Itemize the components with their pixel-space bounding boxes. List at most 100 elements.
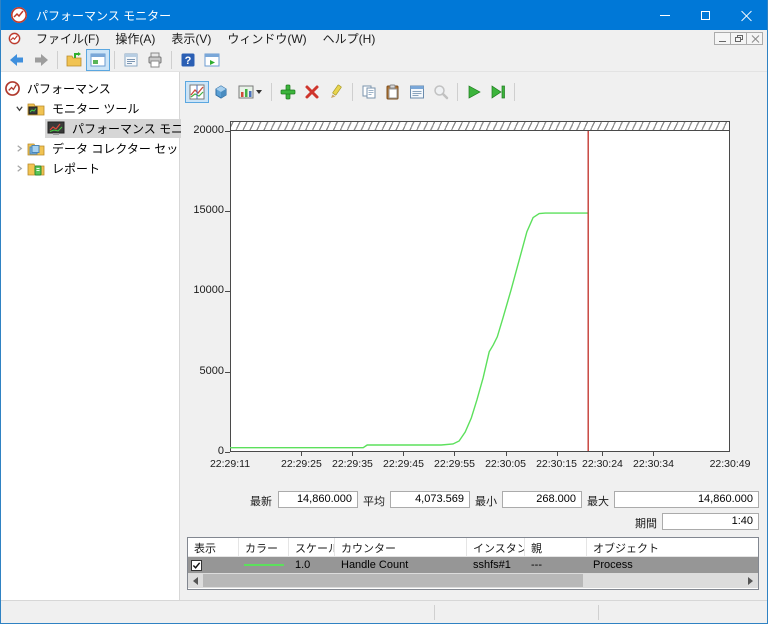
console-tree-panel: パフォーマンス モニター ツール パフォーマンス モニター データ コレクター … — [1, 72, 211, 600]
menu-action[interactable]: 操作(A) — [107, 29, 163, 48]
counter-row[interactable]: 1.0 Handle Count sshfs#1 --- Process — [188, 557, 758, 573]
toolbar-separator — [352, 83, 353, 101]
x-axis-label: 22:29:35 — [332, 458, 373, 470]
menu-view[interactable]: 表示(V) — [163, 29, 219, 48]
column-header-color[interactable]: カラー — [239, 538, 289, 556]
menu-window[interactable]: ウィンドウ(W) — [219, 29, 314, 48]
x-axis-label: 22:30:49 — [709, 458, 751, 470]
column-header-counter[interactable]: カウンター — [335, 538, 467, 556]
column-header-parent[interactable]: 親 — [525, 538, 587, 556]
view-current-activity-button[interactable] — [185, 81, 209, 103]
x-axis-tick — [653, 452, 655, 456]
paste-counter-list-button[interactable] — [381, 81, 405, 103]
copy-properties-icon — [362, 85, 376, 99]
average-value: 4,073.569 — [390, 491, 470, 508]
toolbar-separator — [57, 50, 58, 69]
latest-label: 最新 — [250, 496, 272, 508]
color-cell — [239, 564, 289, 566]
help-button[interactable]: ? — [176, 49, 200, 71]
scale-cell: 1.0 — [295, 559, 311, 571]
x-axis-label: 22:29:55 — [434, 458, 475, 470]
latest-value: 14,860.000 — [278, 491, 358, 508]
close-icon — [741, 10, 752, 21]
counter-legend-table: 表示 カラー スケール カウンター インスタンス 親 オブジェクト 1.0 Ha… — [187, 537, 759, 590]
print-icon — [148, 52, 162, 67]
help-icon: ? — [181, 53, 195, 67]
x-axis-label: 22:30:05 — [485, 458, 526, 470]
minimize-button[interactable] — [644, 0, 685, 30]
view-log-data-button[interactable] — [209, 81, 233, 103]
mdi-close-button[interactable] — [746, 32, 763, 45]
toolbar-separator — [171, 50, 172, 69]
print-button[interactable] — [143, 49, 167, 71]
mdi-restore-button[interactable] — [730, 32, 747, 45]
forward-button[interactable] — [29, 49, 53, 71]
toolbar-separator — [271, 83, 272, 101]
show-hide-console-tree-button[interactable] — [62, 49, 86, 71]
duration-value: 1:40 — [662, 513, 759, 530]
chevron-right-icon[interactable] — [11, 164, 27, 173]
maximize-button[interactable] — [685, 0, 726, 30]
menu-file[interactable]: ファイル(F) — [28, 29, 107, 48]
tree-item-reports[interactable]: レポート — [1, 158, 180, 178]
column-header-show[interactable]: 表示 — [188, 538, 239, 556]
tree-item-performance-monitor[interactable]: パフォーマンス モニター — [1, 118, 211, 138]
show-checkbox[interactable] — [191, 559, 202, 571]
chevron-down-icon[interactable] — [11, 104, 27, 113]
minimum-label: 最小 — [475, 496, 497, 508]
delete-counter-button[interactable] — [300, 81, 324, 103]
console-window-button[interactable] — [86, 48, 110, 71]
graph-toolbar — [185, 79, 519, 105]
properties-dialog-button[interactable] — [405, 81, 429, 103]
y-axis-tick — [225, 452, 230, 453]
view-current-activity-icon — [189, 84, 205, 100]
object-cell: Process — [593, 559, 633, 571]
back-button[interactable] — [5, 49, 29, 71]
change-graph-type-button[interactable] — [233, 81, 267, 103]
copy-properties-button[interactable] — [357, 81, 381, 103]
highlight-button[interactable] — [324, 81, 348, 103]
freeze-display-button[interactable] — [462, 81, 486, 103]
mdi-minimize-button[interactable] — [714, 32, 731, 45]
y-axis-label: 10000 — [193, 284, 224, 297]
tree-item-label: レポート — [52, 161, 101, 176]
legend-horizontal-scrollbar[interactable] — [188, 573, 758, 588]
performance-graph[interactable]: 0 5000 10000 15000 20000 22:29:11 22:29:25 22:2… — [193, 121, 750, 470]
add-counter-button[interactable] — [276, 81, 300, 103]
scroll-right-button[interactable] — [743, 573, 758, 588]
maximize-icon — [701, 10, 710, 20]
properties-button[interactable] — [119, 49, 143, 71]
title-bar[interactable]: パフォーマンス モニター — [1, 0, 767, 30]
column-header-scale[interactable]: スケール — [289, 538, 335, 556]
counter-cell: Handle Count — [341, 559, 409, 571]
mdi-window-controls — [714, 32, 763, 45]
update-data-button[interactable] — [486, 81, 510, 103]
app-icon-small — [8, 32, 21, 44]
new-window-button[interactable] — [200, 49, 224, 71]
tree-item-data-collector-sets[interactable]: データ コレクター セット — [1, 138, 190, 158]
column-header-object[interactable]: オブジェクト — [587, 538, 758, 556]
highlight-pencil-icon — [331, 84, 342, 98]
play-step-icon — [491, 85, 505, 99]
toolbar-separator — [114, 50, 115, 69]
x-axis-tick — [403, 452, 405, 456]
scrollbar-thumb[interactable] — [203, 574, 583, 587]
tree-item-monitoring-tools[interactable]: モニター ツール — [1, 98, 180, 118]
reports-folder-icon — [27, 163, 45, 175]
scroll-left-button[interactable] — [188, 573, 203, 588]
column-header-instance[interactable]: インスタンス — [467, 538, 525, 556]
x-axis-tick — [505, 452, 507, 456]
close-button[interactable] — [726, 0, 767, 30]
tree-item-performance-root[interactable]: パフォーマンス — [1, 78, 180, 98]
performance-icon — [5, 80, 20, 96]
change-graph-type-icon — [238, 85, 254, 99]
counter-color-swatch — [244, 564, 284, 566]
maximum-label: 最大 — [587, 496, 609, 508]
menu-bar: ファイル(F) 操作(A) 表示(V) ウィンドウ(W) ヘルプ(H) — [1, 30, 767, 47]
chevron-right-icon[interactable] — [11, 144, 27, 153]
zoom-button[interactable] — [429, 81, 453, 103]
tree-item-label: パフォーマンス — [27, 81, 111, 96]
menu-help[interactable]: ヘルプ(H) — [315, 29, 384, 48]
toolbar-separator — [457, 83, 458, 101]
scroll-left-icon — [193, 576, 198, 585]
